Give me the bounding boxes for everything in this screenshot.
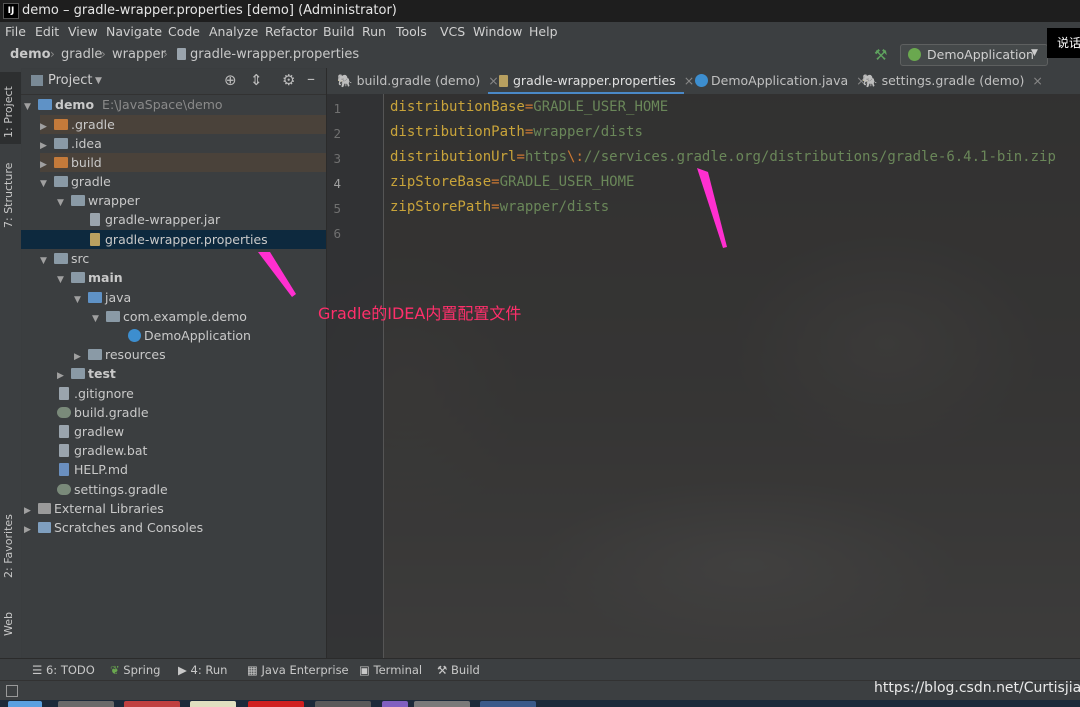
taskbar-app-icon[interactable] [480, 701, 536, 707]
taskbar-app-icon[interactable] [248, 701, 304, 707]
tool-windows-toggle-icon[interactable] [6, 685, 18, 697]
taskbar-app-icon[interactable] [315, 701, 371, 707]
taskbar-app-icon[interactable] [190, 701, 236, 707]
tool-tab-label: Terminal [373, 663, 423, 677]
list-icon: ☰ [32, 663, 43, 677]
taskbar-app-icon[interactable] [414, 701, 470, 707]
taskbar-app-icon[interactable] [58, 701, 114, 707]
start-button-icon[interactable] [8, 701, 42, 707]
java-enterprise-icon: ▦ [247, 663, 258, 677]
hammer-icon: ⚒ [437, 663, 448, 677]
tool-tab-label: 6: TODO [45, 663, 95, 677]
tool-tab-build[interactable]: ⚒ Build [437, 663, 480, 677]
tool-tab-label: 4: Run [190, 663, 228, 677]
annotation-arrow-icon [258, 252, 296, 297]
annotation-arrows [258, 168, 727, 297]
taskbar-app-icon[interactable] [124, 701, 180, 707]
tool-tab-label: Java Enterprise [261, 663, 349, 677]
tool-tab-todo[interactable]: ☰ 6: TODO [32, 663, 95, 677]
tool-tab-java-enterprise[interactable]: ▦ Java Enterprise [247, 663, 349, 677]
watermark: https://blog.csdn.net/Curtisjia [874, 680, 1080, 696]
tool-tab-label: Spring [123, 663, 161, 677]
tool-tab-terminal[interactable]: ▣ Terminal [359, 663, 422, 677]
tool-tab-run[interactable]: ▶ 4: Run [178, 663, 227, 677]
taskbar-app-icon[interactable] [382, 701, 408, 707]
bottom-tool-bar: ☰ 6: TODO ❦ Spring ▶ 4: Run ▦ Java Enter… [0, 658, 1080, 681]
spring-leaf-icon: ❦ [110, 663, 120, 677]
terminal-icon: ▣ [359, 663, 370, 677]
annotation-arrow-icon [697, 168, 727, 248]
tool-tab-label: Build [450, 663, 480, 677]
annotation-text: Gradle的IDEA内置配置文件 [318, 304, 522, 323]
play-icon: ▶ [178, 663, 187, 677]
tool-tab-spring[interactable]: ❦ Spring [110, 663, 160, 677]
